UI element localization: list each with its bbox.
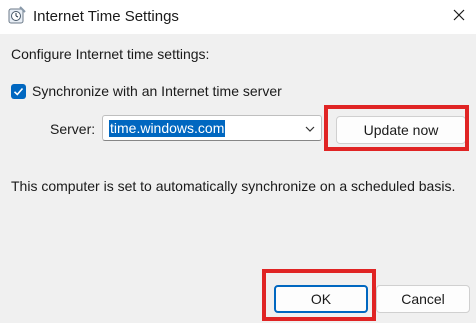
clock-settings-icon	[7, 6, 27, 26]
checkmark-icon	[13, 87, 24, 96]
window-title: Internet Time Settings	[33, 8, 179, 25]
chevron-down-icon[interactable]	[304, 122, 316, 134]
close-button[interactable]	[446, 4, 472, 30]
server-combobox[interactable]: time.windows.com	[102, 115, 322, 141]
intro-text: Configure Internet time settings:	[11, 46, 210, 62]
sync-checkbox-row[interactable]: Synchronize with an Internet time server	[11, 82, 282, 100]
internet-time-settings-dialog: Internet Time Settings Configure Interne…	[0, 0, 476, 323]
ok-button[interactable]: OK	[274, 285, 368, 313]
sync-checkbox[interactable]	[11, 83, 26, 99]
sync-checkbox-label: Synchronize with an Internet time server	[32, 83, 282, 99]
server-input-value[interactable]: time.windows.com	[109, 120, 226, 137]
close-icon	[453, 8, 465, 26]
title-bar: Internet Time Settings	[0, 0, 476, 34]
update-now-button[interactable]: Update now	[336, 116, 466, 144]
cancel-button[interactable]: Cancel	[376, 285, 470, 313]
status-text: This computer is set to automatically sy…	[11, 178, 456, 194]
server-label: Server:	[50, 121, 96, 137]
